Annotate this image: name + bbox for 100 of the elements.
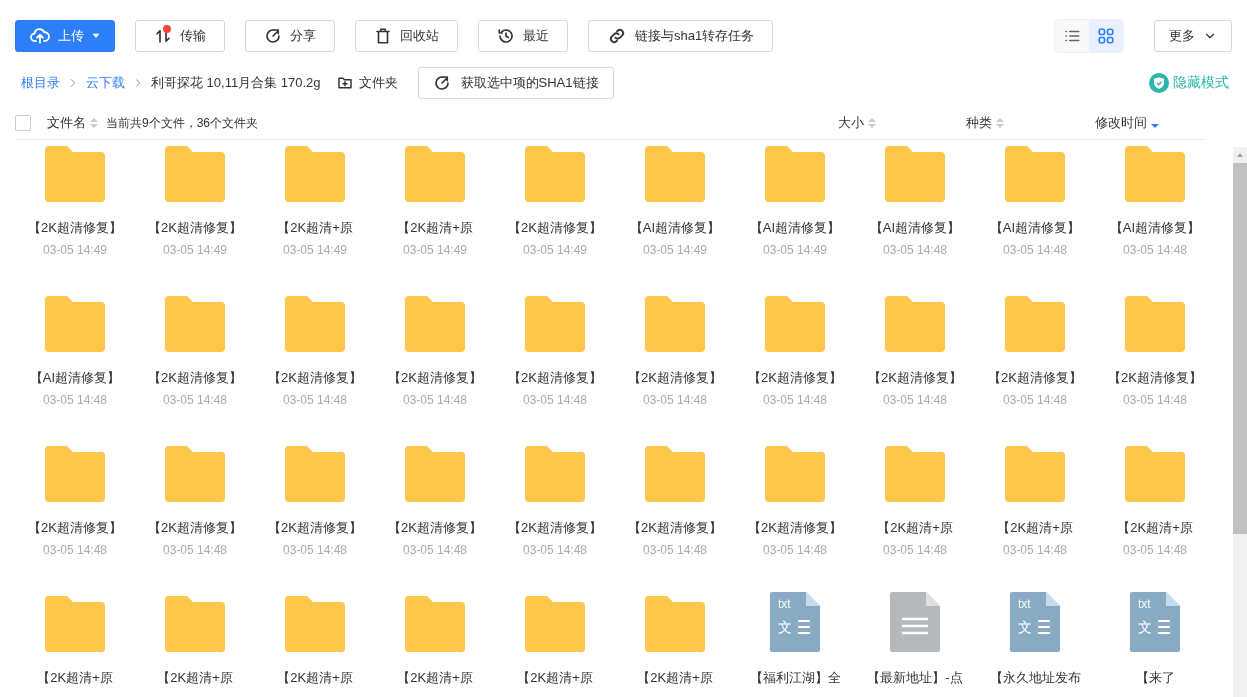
folder-icon: [1125, 296, 1185, 352]
column-header[interactable]: 修改时间: [1095, 114, 1147, 132]
file-name[interactable]: 【2K超清修复】: [1108, 369, 1202, 387]
file-name[interactable]: 【2K超清修复】: [748, 519, 842, 537]
file-name[interactable]: 【2K超清修复】: [388, 519, 482, 537]
toolbar-button[interactable]: 最近: [478, 20, 568, 52]
new-folder-button[interactable]: 文件夹: [336, 74, 398, 92]
file-name[interactable]: 【2K超清修复】: [868, 369, 962, 387]
sort-icon[interactable]: [868, 117, 876, 129]
toolbar-button[interactable]: 上传: [15, 20, 115, 52]
view-button[interactable]: [1089, 20, 1123, 52]
folder-icon: [765, 146, 825, 202]
modified-date: 03-05 14:48: [42, 393, 108, 407]
file-name[interactable]: 【2K超清修复】: [28, 219, 122, 237]
toolbar-button[interactable]: 链接与sha1转存任务: [588, 20, 774, 52]
file-name[interactable]: 【2K超清修复】: [148, 219, 242, 237]
file-name[interactable]: 【2K超清修复】: [28, 519, 122, 537]
modified-date: 03-05 14:48: [42, 543, 108, 557]
file-name[interactable]: 【来了: [1135, 669, 1175, 687]
column-header[interactable]: 大小: [838, 114, 864, 132]
file-name[interactable]: 【AI超清修复】: [869, 219, 961, 237]
file-name[interactable]: 【2K超清+原: [1117, 519, 1193, 537]
file-name[interactable]: 【AI超清修复】: [749, 219, 841, 237]
folder-icon: [285, 446, 345, 502]
file-name[interactable]: 【2K超清+原: [517, 669, 593, 687]
text-file-icon: txt 文: [1010, 592, 1060, 652]
folder-icon: [45, 146, 105, 202]
more-button[interactable]: 更多: [1154, 20, 1232, 52]
share-icon: [264, 27, 282, 45]
modified-date: 03-05 14:49: [522, 243, 588, 257]
folder-plus-icon: [336, 75, 353, 91]
file-name[interactable]: 【2K超清+原: [37, 669, 113, 687]
toolbar-button[interactable]: 回收站: [355, 20, 458, 52]
file-name[interactable]: 【2K超清修复】: [748, 369, 842, 387]
file-name[interactable]: 【2K超清+原: [397, 219, 473, 237]
folder-icon: [405, 596, 465, 652]
folder-icon: [45, 596, 105, 652]
modified-date: 03-05 14:48: [1122, 243, 1188, 257]
file-name[interactable]: 【AI超清修复】: [989, 219, 1081, 237]
file-name[interactable]: 【2K超清修复】: [148, 369, 242, 387]
file-name[interactable]: 【AI超清修复】: [629, 219, 721, 237]
folder-icon: [405, 446, 465, 502]
file-name[interactable]: 【2K超清修复】: [148, 519, 242, 537]
select-all-checkbox[interactable]: [15, 115, 31, 131]
file-name[interactable]: 【2K超清修复】: [268, 369, 362, 387]
modified-date: 03-05 14:48: [1122, 393, 1188, 407]
modified-date: 03-05 14:48: [642, 393, 708, 407]
folder-icon: [285, 596, 345, 652]
file-name[interactable]: 【永久地址发布: [989, 669, 1081, 687]
toolbar-button[interactable]: 分享: [245, 20, 335, 52]
file-name[interactable]: 【2K超清+原: [877, 519, 953, 537]
modified-date: 03-05 14:49: [162, 243, 228, 257]
file-name[interactable]: 【AI超清修复】: [29, 369, 121, 387]
file-name[interactable]: 【2K超清修复】: [268, 519, 362, 537]
chevron-right-icon: [68, 78, 78, 88]
modified-date: 03-05 14:48: [162, 543, 228, 557]
file-name[interactable]: 【2K超清+原: [277, 669, 353, 687]
file-name[interactable]: 【2K超清修复】: [508, 219, 602, 237]
modified-date: 03-05 14:49: [42, 243, 108, 257]
file-name[interactable]: 【2K超清+原: [157, 669, 233, 687]
folder-icon: [45, 296, 105, 352]
refresh-icon: [432, 74, 451, 92]
file-name[interactable]: 【2K超清修复】: [628, 519, 722, 537]
file-name[interactable]: 【2K超清+原: [277, 219, 353, 237]
file-name[interactable]: 【2K超清+原: [637, 669, 713, 687]
column-header[interactable]: 文件名: [47, 114, 86, 132]
history-clock-icon: [497, 27, 515, 45]
current-folder: 利哥探花 10,11月合集 170.2g: [151, 74, 321, 92]
modified-date: 03-05 14:49: [402, 243, 468, 257]
modified-date: 03-05 14:49: [762, 243, 828, 257]
file-name[interactable]: 【2K超清修复】: [508, 369, 602, 387]
modified-date: 03-05 14:48: [522, 393, 588, 407]
folder-icon: [405, 146, 465, 202]
sort-icon[interactable]: [90, 117, 98, 129]
folder-icon: [165, 446, 225, 502]
modified-date: 03-05 14:49: [642, 243, 708, 257]
folder-icon: [885, 446, 945, 502]
file-name[interactable]: 【2K超清修复】: [388, 369, 482, 387]
file-name[interactable]: 【最新地址】-点: [867, 669, 963, 687]
file-name[interactable]: 【福利江湖】全: [749, 669, 841, 687]
folder-icon: [165, 596, 225, 652]
breadcrumb-link[interactable]: 根目录: [21, 74, 60, 92]
file-name[interactable]: 【2K超清+原: [397, 669, 473, 687]
shield-icon: [1149, 73, 1169, 93]
sort-icon[interactable]: [996, 117, 1004, 129]
file-name[interactable]: 【AI超清修复】: [1109, 219, 1201, 237]
folder-icon: [765, 296, 825, 352]
modified-date: 03-05 14:48: [1002, 543, 1068, 557]
breadcrumb-link[interactable]: 云下载: [86, 74, 125, 92]
file-name[interactable]: 【2K超清修复】: [628, 369, 722, 387]
sha1-button[interactable]: 获取选中项的SHA1链接: [417, 67, 614, 99]
column-header[interactable]: 种类: [966, 114, 992, 132]
toolbar-button[interactable]: 传输: [135, 20, 225, 52]
folder-icon: [885, 146, 945, 202]
folder-icon: [765, 446, 825, 502]
file-name[interactable]: 【2K超清修复】: [508, 519, 602, 537]
file-name[interactable]: 【2K超清修复】: [988, 369, 1082, 387]
document-icon: [890, 592, 940, 652]
folder-icon: [1005, 146, 1065, 202]
file-name[interactable]: 【2K超清+原: [997, 519, 1073, 537]
